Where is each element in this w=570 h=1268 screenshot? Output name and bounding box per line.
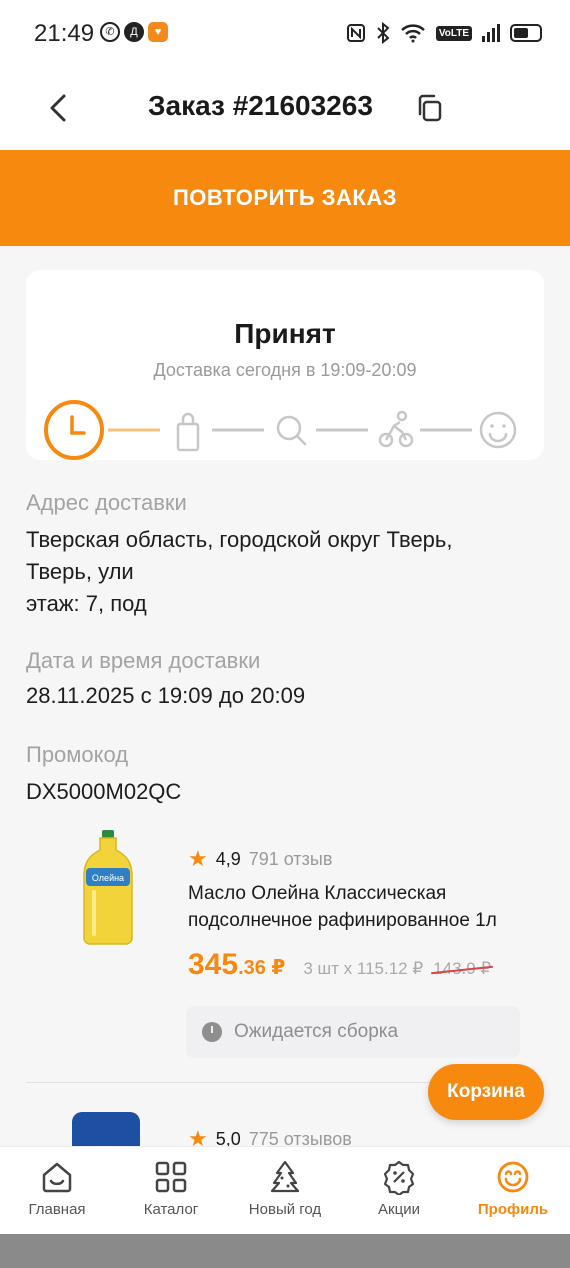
address-label: Адрес доставки xyxy=(26,490,187,515)
wifi-icon xyxy=(400,24,425,43)
address-line-3: этаж: 7, под xyxy=(26,591,147,616)
tab-label: Акции xyxy=(378,1201,420,1218)
bluetooth-icon xyxy=(377,22,390,44)
clock-icon xyxy=(44,400,104,460)
tab-promotions[interactable]: Акции xyxy=(342,1147,456,1234)
search-icon xyxy=(276,415,307,446)
old-price: 143.9 ₽ xyxy=(433,959,492,978)
system-icons: VoLTE xyxy=(346,22,542,44)
address-line-2: Тверь, ули xyxy=(26,559,134,584)
tab-catalog[interactable]: Каталог xyxy=(114,1147,228,1234)
profile-icon xyxy=(497,1161,529,1193)
tab-label: Профиль xyxy=(477,1201,549,1218)
reviews-count[interactable]: 791 отзыв xyxy=(249,849,333,870)
order-item[interactable]: Олейна ★ 4,9 791 отзыв Масло Олейна Клас… xyxy=(0,826,570,1076)
page-title: Заказ #21603263 xyxy=(148,90,373,121)
discount-icon xyxy=(383,1160,415,1195)
volte-badge: VoLTE xyxy=(435,25,472,41)
promo-value: DX5000M02QC xyxy=(26,779,182,804)
app-notification-icon: ♥ xyxy=(148,22,168,42)
datetime-value: 28.11.2025 с 19:09 до 20:09 xyxy=(26,683,306,708)
clock-icon xyxy=(202,1022,222,1042)
order-status-card: Принят Доставка сегодня в 19:09-20:09 xyxy=(26,270,544,460)
tab-profile[interactable]: Профиль xyxy=(456,1147,570,1234)
tab-home[interactable]: Главная xyxy=(0,1147,114,1234)
bottom-tab-bar: Главная Каталог Новый год Акции Профиль xyxy=(0,1146,570,1234)
product-name[interactable]: Масло Олейна Классическая подсолнечное р… xyxy=(188,880,538,934)
clock-time: 21:49 xyxy=(34,20,95,47)
order-status-title: Принят xyxy=(234,318,336,349)
smile-icon xyxy=(479,411,517,449)
item-status-badge: Ожидается сборка xyxy=(186,1006,520,1058)
price: 345.36 ₽ xyxy=(188,948,285,982)
tab-new-year[interactable]: Новый год xyxy=(228,1147,342,1234)
back-arrow-icon[interactable] xyxy=(40,88,80,128)
datetime-label: Дата и время доставки xyxy=(26,648,261,673)
cart-button[interactable]: Корзина xyxy=(428,1064,544,1120)
price-row: 345.36 ₽ 3 шт х 115.12 ₽ 143.9 ₽ xyxy=(188,948,491,982)
bag-icon xyxy=(176,412,200,452)
bottle-label: Олейна xyxy=(92,873,124,883)
tree-icon xyxy=(270,1160,300,1193)
tab-label: Каталог xyxy=(143,1201,199,1218)
quantity-text: 3 шт х 115.12 ₽ xyxy=(303,959,424,978)
price-fraction: .36 ₽ xyxy=(238,957,286,979)
order-details: Принят Доставка сегодня в 19:09-20:09 Ад… xyxy=(0,246,570,1146)
repeat-order-button[interactable]: ПОВТОРИТЬ ЗАКАЗ xyxy=(0,150,570,246)
nfc-icon xyxy=(346,24,365,42)
tab-label: Новый год xyxy=(248,1201,322,1218)
home-icon xyxy=(42,1162,72,1193)
address-line-1: Тверская область, городской округ Тверь, xyxy=(26,527,453,552)
tab-label: Главная xyxy=(28,1201,86,1218)
item-status-text: Ожидается сборка xyxy=(234,1021,399,1042)
status-bar: 21:49 ✆ Д ♥ VoLTE xyxy=(0,0,570,70)
signal-icon xyxy=(482,24,500,42)
rating-value: 4,9 xyxy=(215,848,241,869)
whatsapp-icon: ✆ xyxy=(100,22,120,42)
courier-icon xyxy=(378,410,414,448)
product-rating: ★ 4,9 791 отзыв xyxy=(188,846,332,872)
product-image: Олейна xyxy=(83,830,133,945)
battery-icon xyxy=(510,24,542,42)
promo-label: Промокод xyxy=(26,742,129,767)
notification-d-icon: Д xyxy=(124,22,144,42)
copy-icon[interactable] xyxy=(414,92,446,124)
page-header: Заказ #21603263 xyxy=(0,70,570,150)
star-icon: ★ xyxy=(188,846,208,871)
delivery-window: Доставка сегодня в 19:09-20:09 xyxy=(153,360,417,380)
order-progress-steps xyxy=(44,400,517,460)
catalog-icon xyxy=(155,1161,187,1193)
notification-icons: ✆ Д ♥ xyxy=(100,22,168,42)
price-main: 345 xyxy=(188,948,239,981)
system-navigation-bar xyxy=(0,1234,570,1268)
